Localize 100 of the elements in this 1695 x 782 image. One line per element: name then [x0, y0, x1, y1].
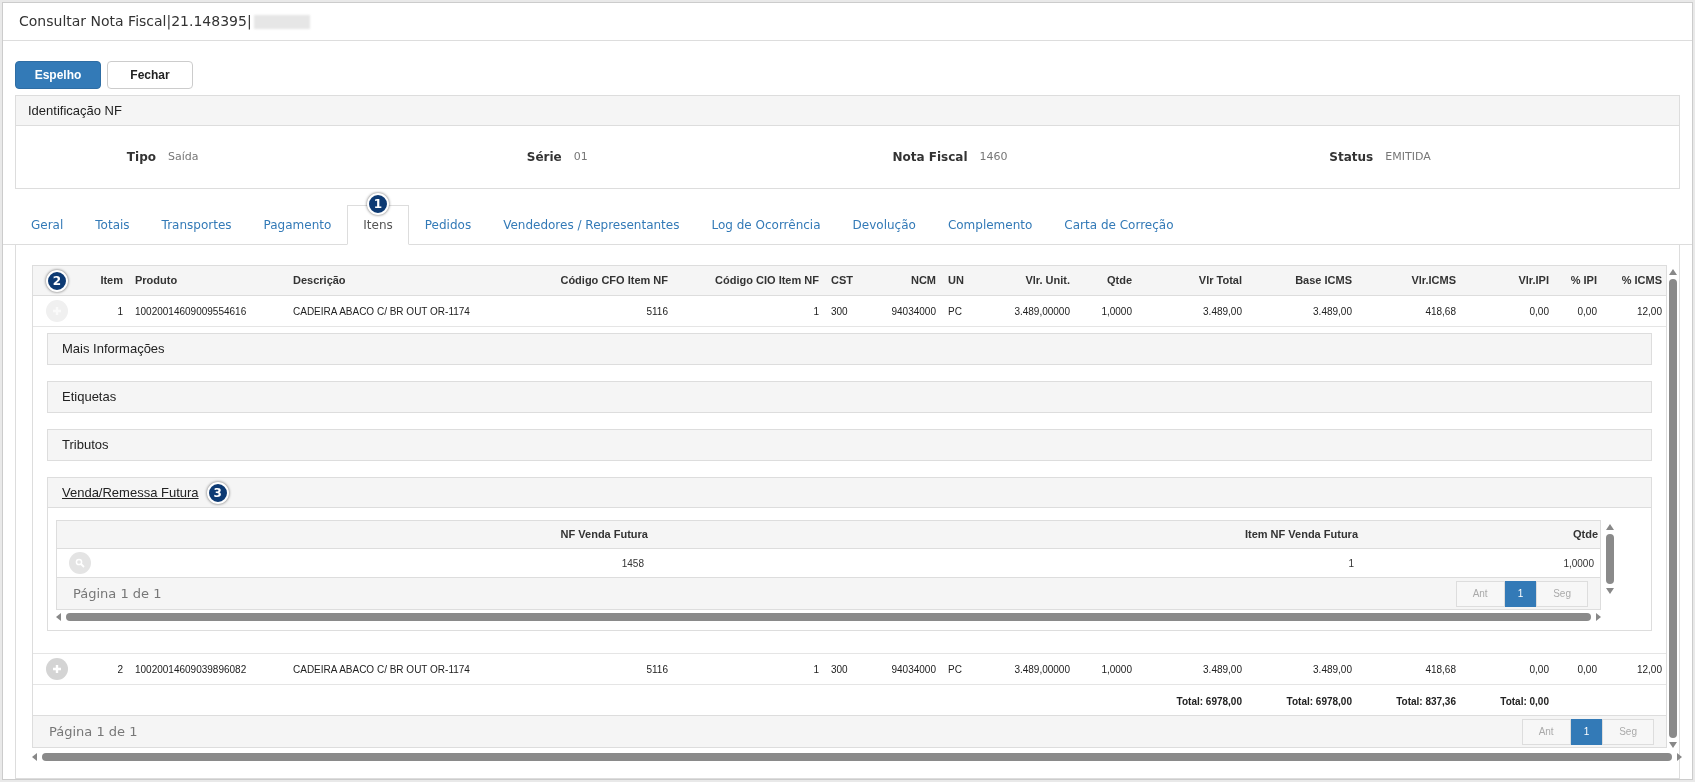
column-header: Item NF Venda Futura [1243, 527, 1360, 543]
vertical-scrollbar[interactable] [1606, 534, 1614, 584]
column-header: Qtde [1105, 273, 1133, 289]
column-header: Vlr.IPI [1517, 273, 1550, 289]
field-value: 01 [573, 148, 589, 165]
column-header: Código CIO Item NF [714, 273, 820, 289]
section-header-link[interactable]: Mais Informações [62, 339, 165, 359]
table-cell-text: 3.489,00 [1202, 662, 1243, 677]
table-cell-text: 418,68 [1424, 662, 1457, 677]
table-cell-text: 1,0000 [1100, 304, 1133, 319]
action-button[interactable]: Fechar [107, 61, 193, 89]
column-header: % IPI [1569, 273, 1598, 289]
section-header-link[interactable]: Venda/Remessa Futura [62, 482, 199, 503]
table-cell-text: 1,0000 [1562, 556, 1595, 571]
table-cell-text: CADEIRA ABACO C/ BR OUT OR-1174 [292, 304, 471, 319]
scroll-up-icon[interactable] [1606, 524, 1614, 530]
table-cell-text: 0,00 [1576, 662, 1598, 677]
table-cell-text: CADEIRA ABACO C/ BR OUT OR-1174 [292, 662, 471, 677]
tab[interactable]: Complemento [931, 205, 1049, 245]
column-header: NF Venda Futura [559, 527, 649, 543]
column-total: Total: 837,36 [1396, 696, 1456, 707]
field-label: Status [1328, 149, 1374, 166]
table-cell-text: PC [947, 662, 963, 677]
table-cell-text: 1 [1347, 556, 1355, 571]
step-number-badge: 2 [46, 269, 68, 292]
section-header-link[interactable]: Etiquetas [62, 387, 117, 407]
tab[interactable]: Log de Ocorrência [695, 205, 837, 245]
column-header: Qtde [1571, 527, 1599, 543]
column-header: % ICMS [1620, 273, 1663, 289]
page-indicator: Página 1 de 1 [73, 584, 162, 603]
plus-icon [52, 664, 62, 674]
table-cell-text: 2 [116, 662, 124, 677]
table-cell-text: 5116 [645, 662, 669, 677]
vertical-scrollbar[interactable] [1669, 279, 1677, 738]
field-label: Nota Fiscal [891, 149, 968, 166]
column-header: Base ICMS [1294, 273, 1353, 289]
table-cell-text: 300 [830, 662, 849, 677]
table-cell-text: 94034000 [890, 304, 937, 319]
table-cell-text: 12,00 [1635, 662, 1663, 677]
column-header: NCM [909, 273, 937, 289]
section-header-link[interactable]: Tributos [62, 435, 109, 455]
tab[interactable]: Geral [15, 205, 80, 245]
column-header: Vlr.ICMS [1410, 273, 1457, 289]
table-cell-text: 1 [812, 304, 820, 319]
column-total: Total: 6978,00 [1286, 696, 1352, 707]
field-label: Série [525, 149, 562, 166]
table-cell-text: 3.489,00 [1312, 304, 1353, 319]
column-header: UN [947, 273, 965, 289]
tab[interactable]: Transportes [145, 205, 248, 245]
column-header: Vlr Total [1197, 273, 1243, 289]
tab[interactable]: Totais [79, 205, 146, 245]
tab[interactable]: Devolução [836, 205, 932, 245]
horizontal-scrollbar[interactable] [66, 613, 1591, 621]
table-cell-text: PC [947, 304, 963, 319]
table-cell-text: 1 [812, 662, 820, 677]
action-button[interactable]: Espelho [15, 61, 101, 89]
table-cell-text: 1 [116, 304, 124, 319]
scroll-left-icon[interactable] [32, 753, 38, 761]
page-indicator: Página 1 de 1 [49, 722, 138, 741]
scroll-up-icon[interactable] [1669, 269, 1677, 275]
field-value: Saída [168, 148, 200, 165]
scroll-down-icon[interactable] [1606, 588, 1614, 594]
column-header: CST [830, 273, 854, 289]
tab[interactable]: Vendedores / Representantes [487, 205, 696, 245]
column-header: Produto [134, 273, 179, 289]
table-cell-text: 3.489,00000 [1013, 662, 1071, 677]
field-label: Tipo [125, 149, 156, 166]
tab[interactable]: Pagamento [247, 205, 348, 245]
table-cell-text: 3.489,00 [1312, 662, 1353, 677]
page-button[interactable]: 1 [1504, 580, 1537, 607]
table-cell-text: 418,68 [1424, 304, 1457, 319]
scroll-down-icon[interactable] [1669, 742, 1677, 748]
table-cell-text: 3.489,00 [1202, 304, 1243, 319]
table-cell-text: 10020014609009554616 [134, 304, 248, 319]
table-cell-text: 300 [830, 304, 849, 319]
table-cell-text: 3.489,00000 [1013, 304, 1071, 319]
scroll-right-icon[interactable] [1676, 753, 1682, 761]
horizontal-scrollbar[interactable] [42, 753, 1672, 761]
table-cell-text: 10020014609039896082 [134, 662, 248, 677]
step-number-badge: 1 [367, 193, 390, 215]
table-cell-text: 0,00 [1528, 304, 1550, 319]
search-icon [74, 558, 85, 568]
scroll-right-icon[interactable] [1595, 613, 1601, 621]
column-total: Total: 0,00 [1500, 696, 1549, 707]
redacted-text [253, 14, 310, 29]
column-total: Total: 6978,00 [1176, 696, 1242, 707]
column-header: Código CFO Item NF [559, 273, 669, 289]
page-button[interactable]: 1 [1570, 718, 1603, 745]
table-cell-text: 12,00 [1635, 304, 1663, 319]
table-cell-text: 1458 [620, 556, 645, 571]
tab[interactable]: Carta de Correção [1048, 205, 1190, 245]
scroll-left-icon[interactable] [56, 613, 62, 621]
column-header: Vlr. Unit. [1024, 273, 1071, 289]
column-header: Item [99, 273, 124, 289]
field-value: 1460 [979, 148, 1009, 165]
field-value: EMITIDA [1385, 148, 1432, 165]
window-title: Consultar Nota Fiscal|21.148395| [19, 12, 252, 32]
column-header: Descrição [292, 273, 347, 289]
tab[interactable]: Pedidos [408, 205, 488, 245]
table-cell-text: 0,00 [1528, 662, 1550, 677]
